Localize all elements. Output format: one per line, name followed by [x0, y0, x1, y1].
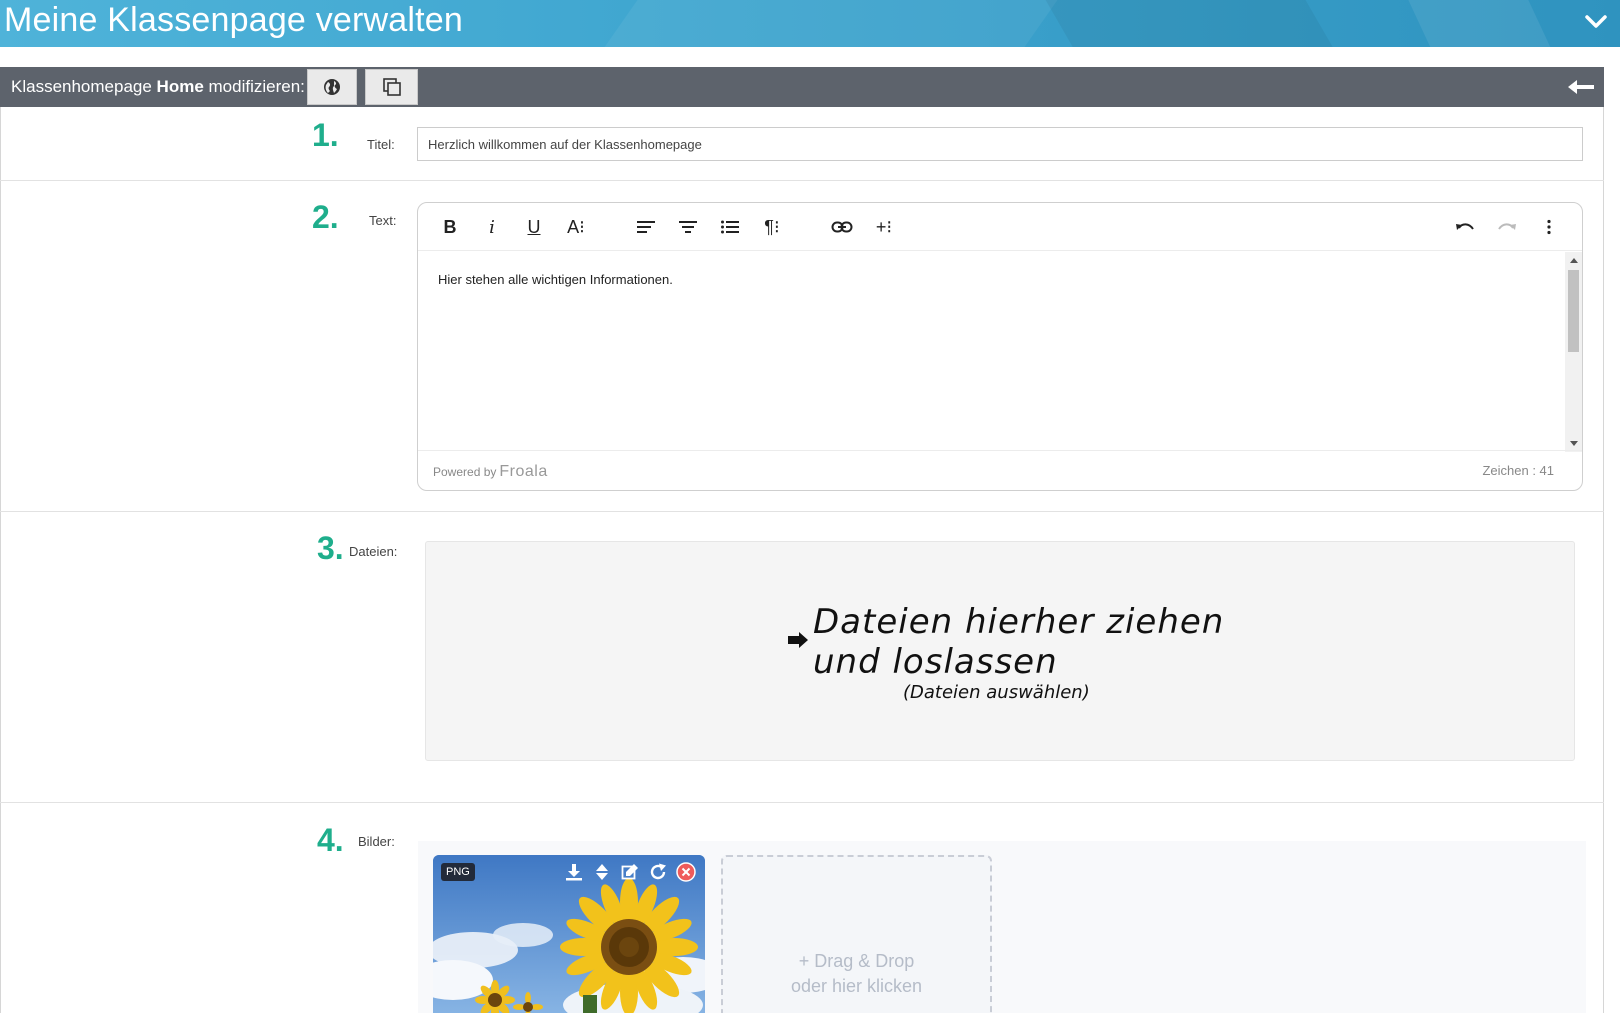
underline-button[interactable]: U — [519, 213, 549, 241]
undo-icon — [1456, 223, 1474, 230]
insert-more-button[interactable]: +⁝ — [869, 213, 899, 241]
chevron-down-icon[interactable] — [1582, 7, 1610, 35]
add-image-tile[interactable]: + Drag & Drop oder hier klicken — [721, 855, 992, 1013]
add-image-text: + Drag & Drop oder hier klicken — [790, 951, 923, 996]
scroll-up-icon[interactable] — [1570, 258, 1578, 263]
undo-button[interactable] — [1450, 213, 1480, 241]
image-thumbnail[interactable]: PNG — [433, 855, 705, 1013]
file-type-badge: PNG — [441, 863, 475, 881]
page-header: Meine Klassenpage verwalten — [0, 0, 1620, 47]
select-files-link[interactable]: (Dateien auswählen) — [903, 682, 1090, 703]
insert-more-icon: +⁝ — [875, 216, 893, 237]
editor-footer: Powered by Froala Zeichen : 41 — [418, 450, 1582, 490]
header-decoration — [1034, 0, 1346, 47]
link-button[interactable] — [827, 213, 857, 241]
character-count: Zeichen : 41 — [1482, 463, 1554, 478]
step-number-1: 1. — [312, 117, 339, 153]
reorder-button[interactable] — [591, 861, 613, 883]
text-label: Text: — [369, 213, 397, 228]
editor-scrollbar[interactable] — [1565, 252, 1582, 452]
rotate-button[interactable] — [647, 861, 669, 883]
link-icon — [831, 221, 853, 233]
rotate-icon — [650, 863, 666, 880]
bold-icon: B — [443, 216, 457, 237]
powered-by[interactable]: Powered by Froala — [433, 463, 548, 481]
header-decoration — [588, 0, 1072, 47]
step-number-3: 3. — [317, 530, 344, 566]
close-circle-icon — [676, 862, 696, 882]
files-label: Dateien: — [349, 544, 398, 559]
align-center-button[interactable] — [673, 213, 703, 241]
redo-icon — [1498, 223, 1516, 230]
edit-icon — [621, 864, 638, 880]
list-button[interactable] — [715, 213, 745, 241]
arrow-right-icon — [788, 632, 808, 648]
view-page-button[interactable] — [307, 69, 357, 105]
paragraph-format-button[interactable]: ¶⁝ — [757, 213, 787, 241]
divider — [0, 511, 1604, 512]
download-icon — [566, 864, 582, 881]
back-arrow-icon[interactable] — [1566, 75, 1596, 99]
title-label: Titel: — [367, 137, 395, 152]
froala-logo: Froala — [499, 463, 548, 480]
globe-icon — [324, 79, 340, 95]
sort-icon — [596, 864, 608, 880]
page: Meine Klassenpage verwalten Klassenhomep… — [0, 0, 1620, 1013]
more-vertical-icon — [1547, 219, 1551, 235]
editor-content[interactable]: Hier stehen alle wichtigen Informationen… — [418, 252, 1563, 452]
font-size-button[interactable]: A⁝ — [561, 213, 591, 241]
italic-icon: i — [489, 216, 495, 238]
dropzone-text: Dateien hierher ziehen und loslassen — [813, 602, 1225, 682]
font-size-icon: A⁝ — [567, 216, 585, 237]
card-toolbar: Klassenhomepage Home modifizieren: — [0, 67, 1604, 107]
align-center-icon — [679, 221, 697, 233]
redo-button[interactable] — [1492, 213, 1522, 241]
step-number-4: 4. — [317, 822, 344, 858]
paragraph-format-icon: ¶⁝ — [764, 216, 780, 237]
align-left-icon — [637, 221, 655, 233]
download-button[interactable] — [563, 861, 585, 883]
bold-button[interactable]: B — [435, 213, 465, 241]
divider — [0, 180, 1604, 181]
edit-image-button[interactable] — [619, 861, 641, 883]
images-label: Bilder: — [358, 834, 395, 849]
scroll-down-icon[interactable] — [1570, 441, 1578, 446]
title-input[interactable] — [417, 127, 1583, 161]
underline-icon: U — [527, 216, 541, 237]
step-number-2: 2. — [312, 199, 339, 235]
page-name: Home — [156, 77, 204, 96]
list-icon — [721, 220, 739, 234]
scrollbar-thumb[interactable] — [1568, 270, 1579, 352]
italic-button[interactable]: i — [477, 213, 507, 241]
more-options-button[interactable] — [1534, 213, 1564, 241]
header-decoration — [1403, 0, 1557, 47]
copy-page-button[interactable] — [365, 69, 418, 105]
copy-icon — [382, 78, 401, 96]
remove-image-button[interactable] — [675, 861, 697, 883]
align-left-button[interactable] — [631, 213, 661, 241]
file-dropzone[interactable]: Dateien hierher ziehen und loslassen (Dat… — [425, 541, 1575, 761]
image-actions — [563, 861, 697, 883]
editor-toolbar: B i U A⁝ ¶⁝ +⁝ — [418, 203, 1582, 251]
card-title: Klassenhomepage Home modifizieren: — [11, 77, 305, 96]
divider — [0, 802, 1604, 803]
rich-text-editor: B i U A⁝ ¶⁝ +⁝ Hier stehen alle wichtige… — [417, 202, 1583, 491]
page-title: Meine Klassenpage verwalten — [4, 1, 464, 39]
